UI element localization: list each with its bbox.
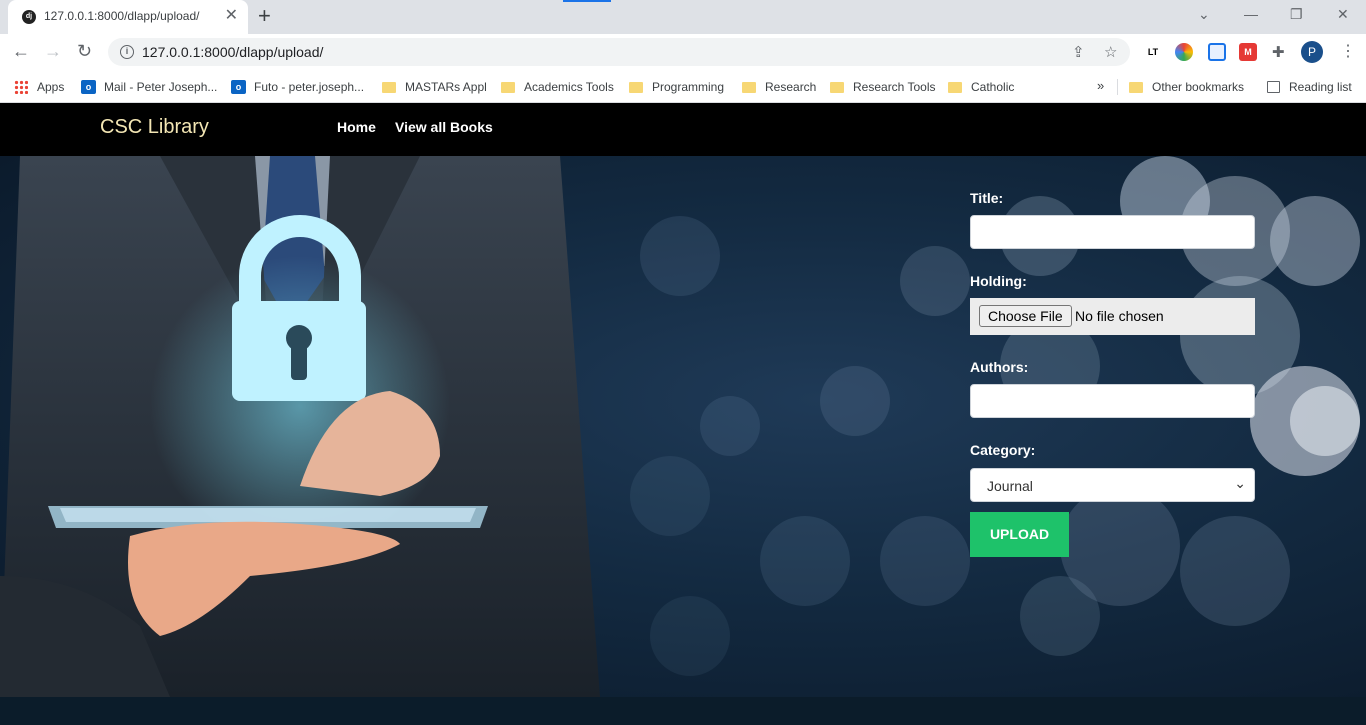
upload-button[interactable]: UPLOAD bbox=[970, 512, 1069, 557]
share-icon[interactable]: ⇪ bbox=[1072, 43, 1085, 61]
mendeley-extension-icon[interactable]: M bbox=[1239, 43, 1257, 61]
category-select[interactable]: Journal ⌄ bbox=[970, 468, 1255, 502]
bookmark-label: Research Tools bbox=[853, 80, 936, 94]
tab-indicator bbox=[563, 0, 611, 2]
bookmark-mastars[interactable]: MASTARs Appl bbox=[382, 78, 487, 96]
category-label: Category: bbox=[970, 442, 1036, 458]
bookmark-label: Futo - peter.joseph... bbox=[254, 80, 365, 94]
holding-file-input: Choose File No file chosen bbox=[970, 298, 1255, 335]
close-window-icon[interactable]: ✕ bbox=[1337, 6, 1349, 23]
folder-icon bbox=[501, 81, 515, 93]
bokeh-light bbox=[1180, 516, 1290, 626]
bookmark-star-icon[interactable]: ☆ bbox=[1104, 43, 1117, 61]
reload-icon[interactable]: ↻ bbox=[77, 41, 92, 61]
bookmark-research-tools[interactable]: Research Tools bbox=[830, 78, 936, 96]
languagetool-extension-icon[interactable]: LT bbox=[1144, 43, 1162, 61]
more-bookmarks-chevron-icon[interactable]: » bbox=[1097, 78, 1104, 93]
bookmark-label: Apps bbox=[37, 80, 65, 94]
businessman-lock-illustration bbox=[0, 156, 600, 697]
bokeh-light bbox=[1020, 576, 1100, 656]
bokeh-light bbox=[820, 366, 890, 436]
reading-list-icon bbox=[1267, 81, 1280, 93]
bookmark-futo[interactable]: o Futo - peter.joseph... bbox=[231, 78, 364, 96]
restore-icon[interactable]: ❐ bbox=[1290, 6, 1303, 23]
site-info-icon[interactable]: i bbox=[120, 45, 134, 59]
profile-avatar[interactable]: P bbox=[1301, 41, 1323, 63]
title-input[interactable] bbox=[970, 215, 1255, 249]
screenshot-extension-icon[interactable] bbox=[1208, 43, 1226, 61]
bokeh-light bbox=[650, 596, 730, 676]
bokeh-light bbox=[640, 216, 720, 296]
folder-icon bbox=[742, 81, 756, 93]
bookmark-label: Research bbox=[765, 80, 817, 94]
bookmark-apps[interactable]: Apps bbox=[14, 78, 64, 96]
bookmark-label: Programming bbox=[652, 80, 725, 94]
forward-arrow-icon[interactable]: → bbox=[44, 41, 62, 61]
bookmark-label: Catholic bbox=[971, 80, 1015, 94]
reading-list-label: Reading list bbox=[1289, 80, 1352, 94]
bokeh-light bbox=[760, 516, 850, 606]
bokeh-light bbox=[1270, 196, 1360, 286]
bookmark-mail[interactable]: o Mail - Peter Joseph... bbox=[81, 78, 217, 96]
bookmark-label: Other bookmarks bbox=[1152, 80, 1245, 94]
browser-tabstrip: dj 127.0.0.1:8000/dlapp/upload/ ✕ + ⌄ — … bbox=[0, 0, 1366, 34]
outlook-icon: o bbox=[81, 80, 96, 94]
folder-icon bbox=[830, 81, 844, 93]
folder-icon bbox=[382, 81, 396, 93]
site-brand[interactable]: CSC Library bbox=[100, 116, 209, 139]
bookmarks-bar: Apps o Mail - Peter Joseph... o Futo - p… bbox=[0, 70, 1366, 103]
url-text[interactable]: 127.0.0.1:8000/dlapp/upload/ bbox=[142, 44, 323, 60]
nav-home-link[interactable]: Home bbox=[337, 119, 376, 135]
chevron-down-icon: ⌄ bbox=[1234, 475, 1246, 491]
bookmark-label: Mail - Peter Joseph... bbox=[104, 80, 218, 94]
outlook-icon: o bbox=[231, 80, 246, 94]
folder-icon bbox=[629, 81, 643, 93]
browser-tab[interactable]: dj 127.0.0.1:8000/dlapp/upload/ ✕ bbox=[8, 0, 248, 34]
bokeh-light bbox=[880, 516, 970, 606]
address-bar[interactable]: i 127.0.0.1:8000/dlapp/upload/ ⇪ ☆ bbox=[108, 38, 1130, 66]
bookmark-other[interactable]: Other bookmarks bbox=[1129, 78, 1244, 96]
bookmark-label: MASTARs Appl bbox=[405, 80, 487, 94]
bookmark-catholic[interactable]: Catholic bbox=[948, 78, 1014, 96]
category-selected-value: Journal bbox=[987, 478, 1033, 494]
bookmark-academics-tools[interactable]: Academics Tools bbox=[501, 78, 614, 96]
bokeh-light bbox=[700, 396, 760, 456]
bookmarks-divider bbox=[1117, 79, 1118, 95]
back-arrow-icon[interactable]: ← bbox=[12, 41, 30, 61]
tab-close-icon[interactable]: ✕ bbox=[225, 7, 238, 25]
nav-view-all-books-link[interactable]: View all Books bbox=[395, 119, 493, 135]
authors-input[interactable] bbox=[970, 384, 1255, 418]
reading-list[interactable]: Reading list bbox=[1267, 78, 1352, 96]
choose-file-button[interactable]: Choose File bbox=[979, 305, 1072, 327]
bokeh-light bbox=[900, 246, 970, 316]
bokeh-light bbox=[1290, 386, 1360, 456]
bookmark-research[interactable]: Research bbox=[742, 78, 816, 96]
tab-title: 127.0.0.1:8000/dlapp/upload/ bbox=[44, 9, 200, 23]
extensions-puzzle-icon[interactable]: ✚ bbox=[1272, 43, 1285, 61]
bookmark-label: Academics Tools bbox=[524, 80, 614, 94]
new-tab-icon[interactable]: + bbox=[258, 4, 271, 28]
bookmark-programming[interactable]: Programming bbox=[629, 78, 724, 96]
folder-icon bbox=[1129, 81, 1143, 93]
django-icon: dj bbox=[22, 10, 36, 24]
browser-toolbar: ← → ↻ i 127.0.0.1:8000/dlapp/upload/ ⇪ ☆… bbox=[0, 34, 1366, 70]
tab-search-icon[interactable]: ⌄ bbox=[1198, 6, 1210, 23]
title-label: Title: bbox=[970, 190, 1004, 206]
browser-menu-icon[interactable]: ⋮ bbox=[1340, 41, 1356, 61]
footer-strip bbox=[0, 697, 1366, 725]
color-picker-extension-icon[interactable] bbox=[1175, 43, 1193, 61]
file-status-text: No file chosen bbox=[1075, 308, 1164, 324]
folder-icon bbox=[948, 81, 962, 93]
minimize-icon[interactable]: — bbox=[1244, 6, 1258, 22]
site-navbar: CSC Library Home View all Books bbox=[0, 103, 1366, 156]
bokeh-light bbox=[630, 456, 710, 536]
apps-grid-icon bbox=[14, 80, 28, 94]
holding-label: Holding: bbox=[970, 273, 1027, 289]
authors-label: Authors: bbox=[970, 359, 1029, 375]
